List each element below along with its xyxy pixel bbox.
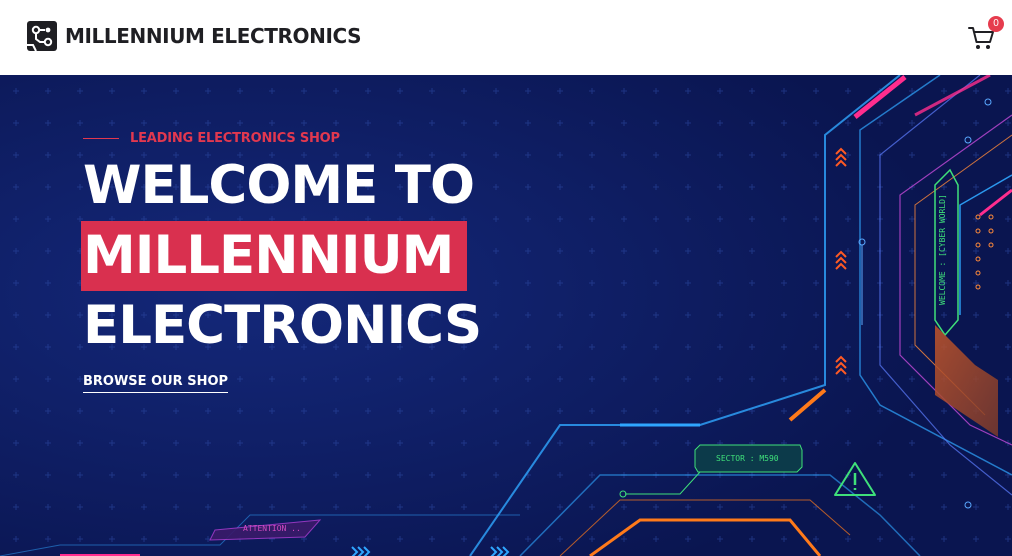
brand-name[interactable]: MILLENNIUM ELECTRONICS xyxy=(65,24,362,48)
cart-button[interactable]: 0 xyxy=(968,16,1004,52)
eyebrow-text: LEADING ELECTRONICS SHOP xyxy=(130,131,340,146)
site-header: MILLENNIUM ELECTRONICS 0 xyxy=(0,0,1012,75)
hero-headline: WELCOME TO MILLENNIUM ELECTRONICS xyxy=(81,151,482,361)
eyebrow-divider xyxy=(83,137,119,140)
attention-decor-label: ATTENTION .. xyxy=(243,524,301,533)
hero-eyebrow: LEADING ELECTRONICS SHOP xyxy=(83,131,340,146)
headline-line-1: WELCOME TO xyxy=(83,155,475,216)
welcome-decor-label: WELCOME : [CYBER WORLD] xyxy=(938,194,947,305)
hero-banner: SECTOR : M590 ATTENTION .. WELCOME : [CY… xyxy=(0,75,1012,556)
headline-line-2-highlight: MILLENNIUM xyxy=(81,221,468,291)
headline-line-3: ELECTRONICS xyxy=(83,295,482,356)
sector-decor-label: SECTOR : M590 xyxy=(716,454,779,463)
browse-shop-link[interactable]: BROWSE OUR SHOP xyxy=(83,374,229,393)
cart-count-badge: 0 xyxy=(988,16,1004,32)
circuit-logo-icon[interactable] xyxy=(27,21,57,51)
